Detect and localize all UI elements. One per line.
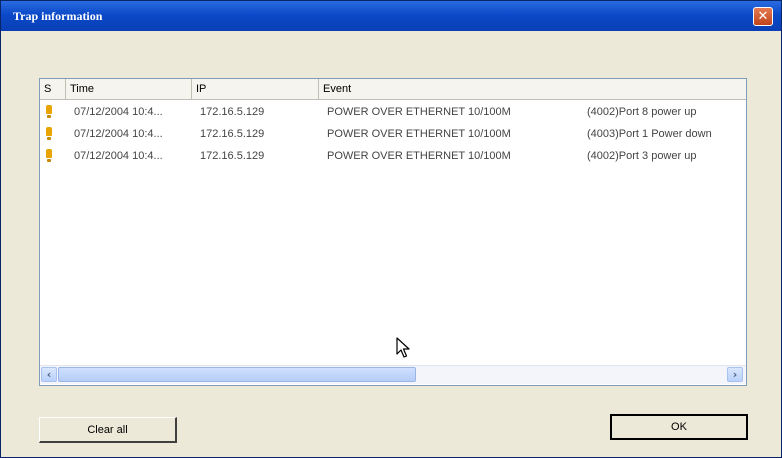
column-header-ip[interactable]: IP [192,79,319,99]
dialog-title: Trap information [13,9,103,23]
cell-detail: (4002)Port 3 power up [587,150,697,162]
scroll-left-button[interactable]: ‹ [41,367,57,382]
warning-icon [46,149,52,162]
close-button[interactable]: ✕ [753,7,773,26]
table-row[interactable]: 07/12/2004 10:4... 172.16.5.129 POWER OV… [40,147,746,165]
mouse-cursor-icon [396,337,410,358]
trap-list[interactable]: S Time IP Event 07/12/2004 10:4... 172.1… [39,78,747,386]
scrollbar-thumb[interactable] [58,367,416,382]
column-header-time[interactable]: Time [66,79,192,99]
cell-time: 07/12/2004 10:4... [74,106,163,118]
scroll-right-button[interactable]: › [727,367,743,382]
cell-ip: 172.16.5.129 [200,128,265,140]
cell-detail: (4002)Port 8 power up [587,106,697,118]
cell-ip: 172.16.5.129 [200,150,265,162]
cell-time: 07/12/2004 10:4... [74,128,163,140]
table-row[interactable]: 07/12/2004 10:4... 172.16.5.129 POWER OV… [40,103,746,121]
cell-time: 07/12/2004 10:4... [74,150,163,162]
warning-icon [46,127,52,140]
horizontal-scrollbar[interactable]: ‹ › [40,365,746,384]
title-bar[interactable]: Trap information ✕ [1,1,781,31]
ok-button[interactable]: OK [610,414,748,440]
cell-detail: (4003)Port 1 Power down [587,128,712,140]
table-row[interactable]: 07/12/2004 10:4... 172.16.5.129 POWER OV… [40,125,746,143]
column-header-status[interactable]: S [40,79,66,99]
column-header-event[interactable]: Event [319,79,746,99]
list-header: S Time IP Event [40,79,746,100]
cell-ip: 172.16.5.129 [200,106,265,118]
clear-all-button[interactable]: Clear all [39,417,177,443]
cell-event: POWER OVER ETHERNET 10/100M [327,128,511,140]
trap-information-dialog: Trap information ✕ S Time IP Event 07/12… [0,0,782,458]
warning-icon [46,105,52,118]
cell-event: POWER OVER ETHERNET 10/100M [327,106,511,118]
cell-event: POWER OVER ETHERNET 10/100M [327,150,511,162]
